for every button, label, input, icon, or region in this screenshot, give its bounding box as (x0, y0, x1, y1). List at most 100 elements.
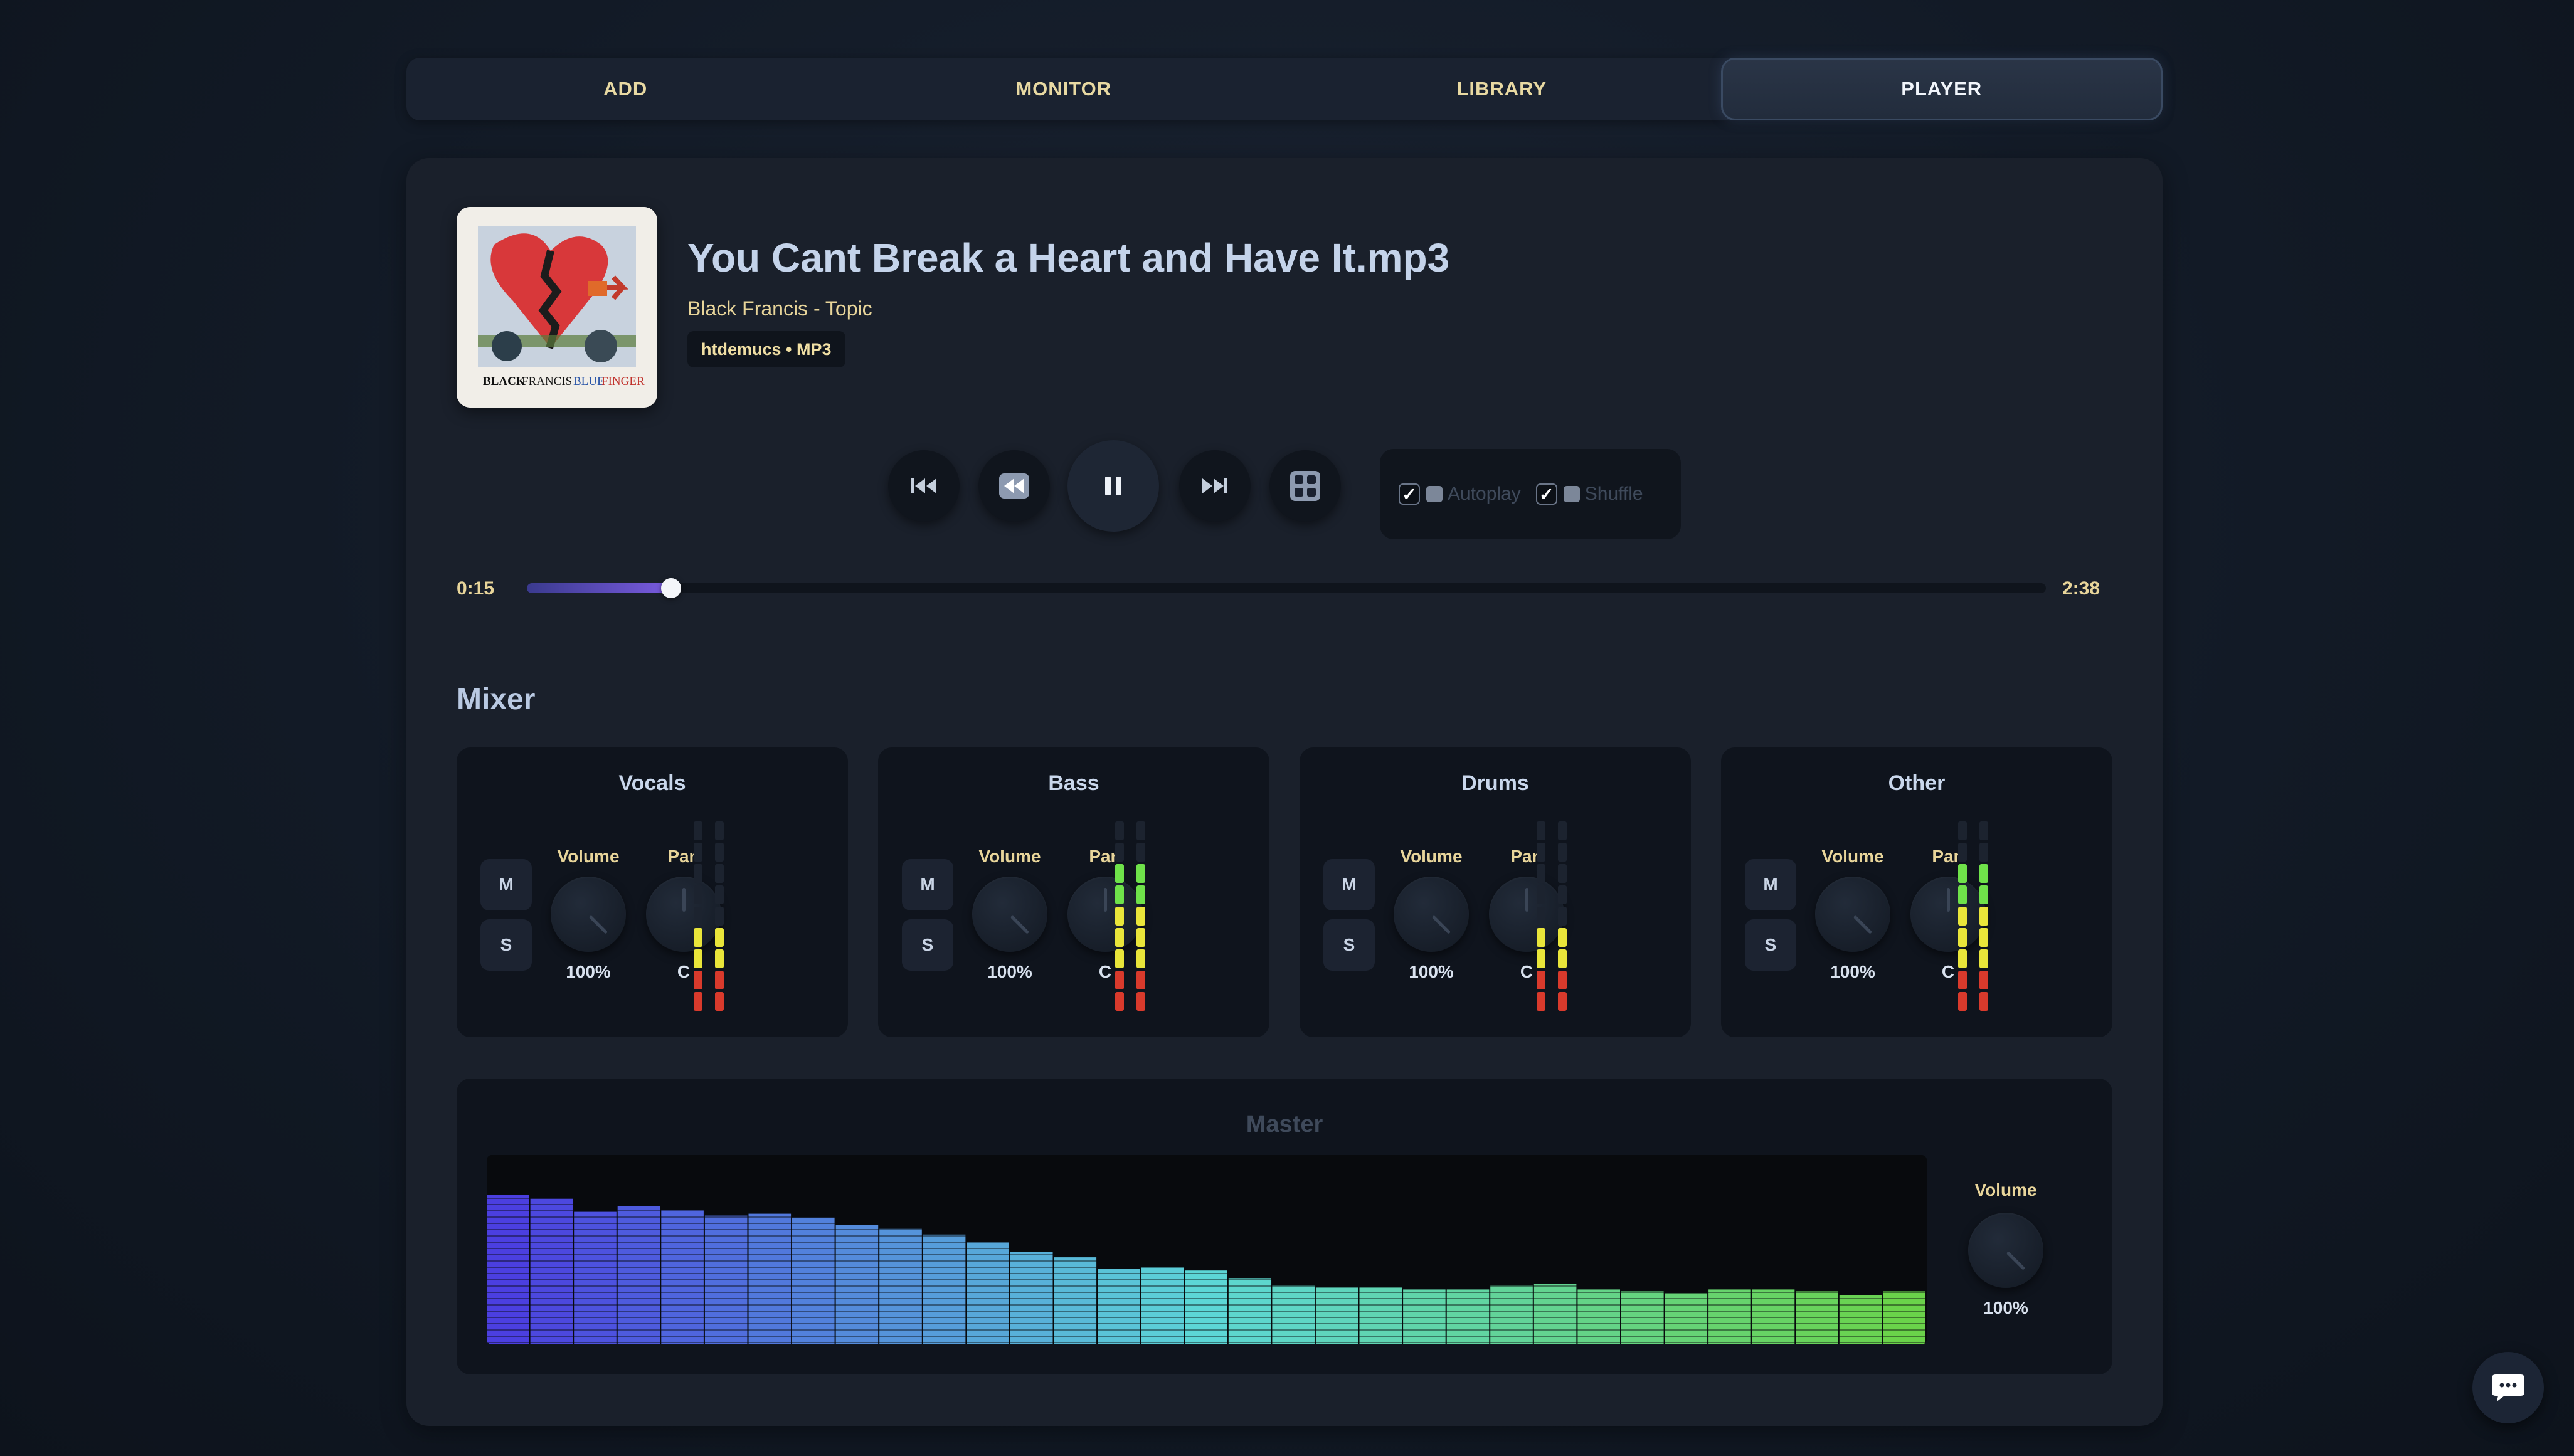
meter-segment (1979, 949, 1988, 968)
level-meter-right (1979, 821, 1988, 1011)
pan-label: Pan (1932, 847, 1964, 866)
spectrum-segment-line (487, 1292, 1927, 1293)
skip-back-icon (911, 478, 936, 493)
seek-bar-thumb[interactable] (661, 578, 682, 598)
tab-add[interactable]: ADD (406, 58, 845, 120)
next-track-button[interactable] (1179, 450, 1251, 522)
level-meter-left (1958, 821, 1967, 1011)
autoplay-label: Autoplay (1448, 483, 1521, 504)
previous-track-button[interactable] (888, 450, 960, 522)
channel-name: Vocals (618, 771, 686, 795)
cover-caption-francis: FRANCIS (522, 375, 572, 388)
total-time: 2:38 (2062, 578, 2100, 599)
meter-segment (694, 928, 702, 947)
mute-button[interactable]: M (480, 859, 532, 910)
knob-indicator (1525, 888, 1528, 912)
pan-knob[interactable] (1910, 877, 1986, 952)
album-cover: BLACK FRANCIS BLUE FINGER (457, 207, 657, 408)
tab-player[interactable]: PLAYER (1720, 58, 2163, 120)
level-meter-right (1136, 821, 1145, 1011)
volume-knob[interactable] (972, 877, 1047, 952)
meter-segment (1979, 928, 1988, 947)
spectrum-segment-line (487, 1191, 1927, 1193)
spectrum-segment-line (487, 1179, 1927, 1180)
meter-segment (1558, 949, 1567, 968)
meter-segment (1979, 843, 1988, 862)
autoplay-option[interactable]: Autoplay (1426, 483, 1521, 505)
knob-indicator (1104, 888, 1107, 912)
spectrum-bar (1490, 1285, 1533, 1344)
tab-monitor[interactable]: MONITOR (845, 58, 1283, 120)
spectrum-bar (835, 1225, 879, 1344)
spectrum-bar (748, 1213, 792, 1344)
rewind-button[interactable] (978, 450, 1050, 522)
meter-segment (1558, 971, 1567, 989)
spectrum-bar (1272, 1285, 1315, 1344)
knob-indicator (682, 888, 686, 912)
knob-indicator (1431, 915, 1451, 934)
spectrum-segment-line (487, 1185, 1927, 1186)
mute-button[interactable]: M (902, 859, 953, 910)
volume-knob[interactable] (1394, 877, 1469, 952)
chat-button[interactable] (2472, 1352, 2544, 1423)
level-meter-left (694, 821, 702, 1011)
spectrum-segment-line (487, 1260, 1927, 1262)
playback-options: ✓ Autoplay ✓ Shuffle (1380, 449, 1681, 539)
meter-segment (1979, 821, 1988, 840)
spectrum-segment-line (487, 1229, 1927, 1230)
spectrum-bar (574, 1211, 617, 1344)
spectrum-segment-line (487, 1304, 1927, 1306)
spectrum-segment-line (487, 1210, 1927, 1211)
shuffle-checkbox[interactable]: ✓ (1535, 483, 1557, 505)
meter-segment (715, 885, 724, 904)
spectrum-bar (1839, 1295, 1882, 1344)
meter-segment (1115, 864, 1124, 883)
spectrum-bar (1054, 1257, 1097, 1344)
volume-knob[interactable] (551, 877, 626, 952)
meter-segment (694, 864, 702, 883)
tab-library[interactable]: LIBRARY (1283, 58, 1721, 120)
view-grid-button[interactable] (1269, 450, 1341, 522)
channel-strip-vocals: Vocals M S Volume 100% Pan C (457, 747, 848, 1037)
meter-segment (1958, 971, 1967, 989)
cover-caption-blue: BLUE (573, 375, 605, 388)
player-panel: BLACK FRANCIS BLUE FINGER You Cant Break… (406, 158, 2163, 1426)
spectrum-bars (487, 1160, 1927, 1344)
shuffle-option[interactable]: Shuffle (1563, 483, 1643, 505)
volume-value: 100% (987, 962, 1032, 981)
meter-segment (1537, 864, 1545, 883)
volume-value: 100% (1409, 962, 1454, 981)
solo-button[interactable]: S (1323, 919, 1375, 971)
seek-bar[interactable] (527, 578, 2046, 598)
meter-segment (1979, 971, 1988, 989)
meter-segment (694, 907, 702, 926)
mute-button[interactable]: M (1323, 859, 1375, 910)
solo-button[interactable]: S (1745, 919, 1796, 971)
pan-knob[interactable] (1489, 877, 1564, 952)
meter-segment (1136, 928, 1145, 947)
pan-knob[interactable] (1067, 877, 1143, 952)
track-title: You Cant Break a Heart and Have It.mp3 (687, 235, 1450, 280)
pan-value: C (677, 962, 691, 981)
autoplay-checkbox[interactable]: ✓ (1399, 483, 1420, 505)
meter-segment (1136, 907, 1145, 926)
meter-segment (1558, 992, 1567, 1011)
meter-segment (1115, 907, 1124, 926)
spectrum-bar (1185, 1270, 1227, 1344)
meter-segment (1537, 971, 1545, 989)
meter-segment (1136, 885, 1145, 904)
meter-segment (1136, 843, 1145, 862)
pan-knob[interactable] (646, 877, 721, 952)
spectrum-segment-line (487, 1248, 1927, 1249)
track-artist: Black Francis - Topic (687, 297, 872, 320)
master-volume-knob[interactable] (1968, 1213, 2043, 1288)
solo-button[interactable]: S (902, 919, 953, 971)
pause-button[interactable] (1067, 440, 1159, 532)
app-root: ADD MONITOR LIBRARY PLAYER BLACK FRANCIS… (0, 0, 2574, 1456)
solo-button[interactable]: S (480, 919, 532, 971)
mute-button[interactable]: M (1745, 859, 1796, 910)
volume-knob[interactable] (1815, 877, 1890, 952)
meter-segment (1115, 885, 1124, 904)
meter-segment (1136, 949, 1145, 968)
volume-value: 100% (566, 962, 611, 981)
